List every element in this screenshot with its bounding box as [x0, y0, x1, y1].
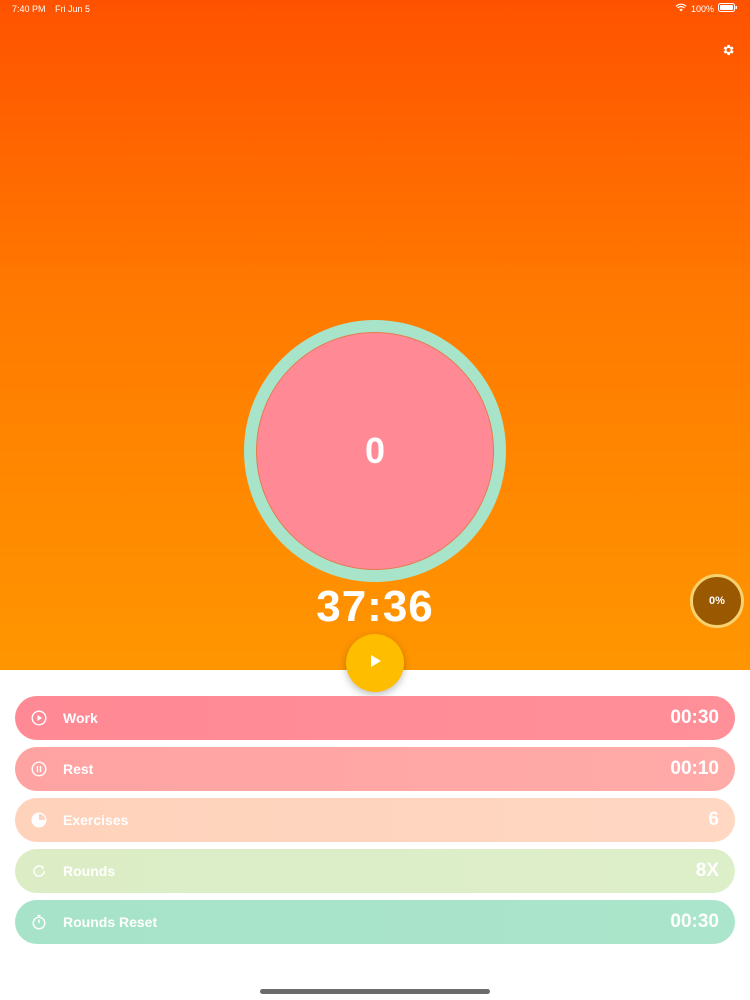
rest-row[interactable]: Rest 00:10 [15, 747, 735, 791]
work-row[interactable]: Work 00:30 [15, 696, 735, 740]
timer-background: 7:40 PM Fri Jun 5 100% 0 37:36 0% [0, 0, 750, 670]
play-button[interactable] [346, 634, 404, 692]
work-value: 00:30 [670, 707, 719, 728]
rounds-value: 8X [695, 860, 719, 881]
progress-label: 0% [709, 595, 725, 607]
play-icon [366, 652, 384, 675]
pause-circle-icon [31, 761, 47, 777]
home-indicator[interactable] [260, 989, 490, 994]
progress-badge: 0% [690, 574, 744, 628]
status-bar: 7:40 PM Fri Jun 5 100% [0, 0, 750, 20]
work-label: Work [63, 710, 98, 726]
rest-label: Rest [63, 761, 94, 777]
rounds-label: Rounds [63, 863, 116, 879]
gear-icon [721, 43, 735, 62]
battery-icon [718, 3, 738, 14]
play-circle-icon [31, 710, 47, 726]
exercises-label: Exercises [63, 812, 129, 828]
settings-button[interactable] [718, 42, 738, 62]
timer-circle: 0 [256, 332, 494, 570]
pie-icon [31, 812, 47, 828]
exercises-row[interactable]: Exercises 6 [15, 798, 735, 842]
status-right: 100% [675, 3, 738, 14]
rounds-reset-label: Rounds Reset [63, 914, 158, 930]
refresh-icon [31, 863, 47, 879]
rounds-reset-value: 00:30 [670, 911, 719, 932]
rest-value: 00:10 [670, 758, 719, 779]
settings-list: Work 00:30 Rest 00:10 Exercises 6 Rounds… [15, 696, 735, 951]
stopwatch-icon [31, 914, 47, 930]
rounds-reset-row[interactable]: Rounds Reset 00:30 [15, 900, 735, 944]
timer-count: 0 [364, 430, 386, 471]
total-time: 37:36 [316, 582, 434, 631]
battery-label: 100% [690, 3, 714, 14]
wifi-icon [675, 3, 687, 14]
rounds-row[interactable]: Rounds 8X [15, 849, 735, 893]
status-time: 7:40 PM [12, 4, 46, 14]
exercises-value: 6 [708, 809, 719, 830]
status-date: Fri Jun 5 [55, 4, 91, 14]
timer-ring: 0 [244, 320, 506, 582]
